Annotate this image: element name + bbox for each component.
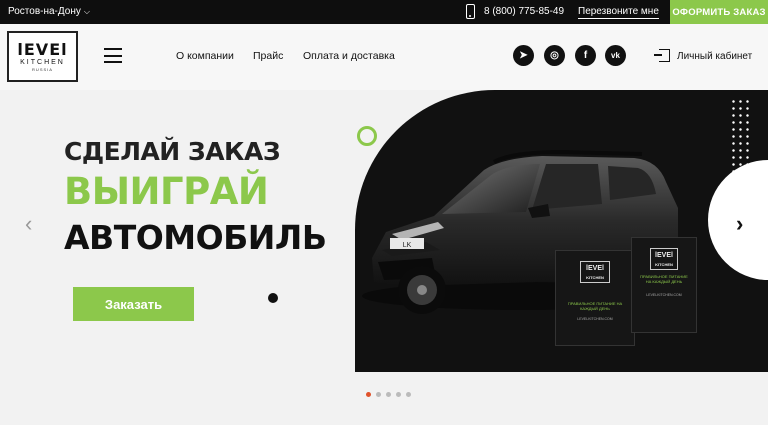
callback-link[interactable]: Перезвоните мне (578, 6, 659, 19)
phone-icon (466, 4, 475, 19)
menu-icon[interactable] (104, 48, 122, 63)
logo-main-text: lEVEl (17, 39, 68, 59)
phone-number[interactable]: 8 (800) 775-85-49 (484, 6, 564, 17)
hero-line-2: ВЫИГРАЙ (64, 170, 269, 213)
hero-line-1: СДЕЛАЙ ЗАКАЗ (64, 137, 281, 166)
bag-slogan: ПРАВИЛЬНОЕ ПИТАНИЕ НА КАЖДЫЙ ДЕНЬ (640, 274, 688, 284)
logo[interactable]: lEVEl KITCHEN RUSSIA (7, 31, 78, 82)
nav-payment-delivery[interactable]: Оплата и доставка (303, 50, 395, 62)
facebook-icon[interactable]: f (575, 45, 596, 66)
bag-logo: lEVEl KITCHEN (580, 261, 610, 283)
nav-about[interactable]: О компании (176, 50, 234, 62)
carousel-pager (366, 392, 411, 397)
chevron-right-icon[interactable]: › (736, 213, 750, 235)
personal-cabinet-link[interactable]: Личный кабинет (677, 51, 752, 62)
nav-price[interactable]: Прайс (253, 50, 283, 62)
bag-logo: lEVEl KITCHEN (650, 248, 678, 270)
logo-country-text: RUSSIA (32, 66, 53, 72)
bag-url: LEVELKITCHEN.COM (577, 317, 613, 321)
bag-front-image: lEVEl KITCHEN ПРАВИЛЬНОЕ ПИТАНИЕ НА КАЖДЫ… (555, 250, 635, 346)
top-bar: Ростов-на-Дону ⌵ 8 (800) 775-85-49 Перез… (0, 0, 768, 24)
bag-url: LEVELKITCHEN.COM (646, 293, 682, 297)
vk-icon[interactable]: vk (605, 45, 626, 66)
pager-dot[interactable] (376, 392, 381, 397)
bag-slogan: ПРАВИЛЬНОЕ ПИТАНИЕ НА КАЖДЫЙ ДЕНЬ (567, 301, 623, 311)
telegram-icon[interactable]: ➤ (513, 45, 534, 66)
pager-dot[interactable] (386, 392, 391, 397)
decor-dot (268, 293, 278, 303)
pager-dot[interactable] (406, 392, 411, 397)
chevron-left-icon[interactable]: ‹ (25, 213, 39, 235)
decor-dots (730, 98, 752, 178)
decor-ring (357, 126, 377, 146)
chevron-down-icon: ⌵ (83, 6, 90, 16)
login-icon[interactable] (654, 49, 670, 62)
place-order-button[interactable]: ОФОРМИТЬ ЗАКАЗ (670, 0, 768, 24)
pager-dot[interactable] (366, 392, 371, 397)
hero-slider: LK lEVEl KITCHEN ПРАВИЛЬНОЕ ПИТАНИЕ НА КА… (0, 90, 768, 425)
header: lEVEl KITCHEN RUSSIA О компании Прайс Оп… (0, 24, 768, 90)
pager-dot[interactable] (396, 392, 401, 397)
car-badge: LK (403, 242, 412, 249)
bag-back-image: lEVEl KITCHEN ПРАВИЛЬНОЕ ПИТАНИЕ НА КАЖДЫ… (631, 237, 697, 333)
order-button[interactable]: Заказать (73, 287, 194, 321)
city-selector[interactable]: Ростов-на-Дону ⌵ (8, 6, 90, 17)
instagram-icon[interactable]: ◎ (544, 45, 565, 66)
logo-sub-text: KITCHEN (20, 58, 65, 66)
city-label: Ростов-на-Дону (8, 6, 81, 17)
hero-line-3: АВТОМОБИЛЬ (64, 218, 327, 257)
